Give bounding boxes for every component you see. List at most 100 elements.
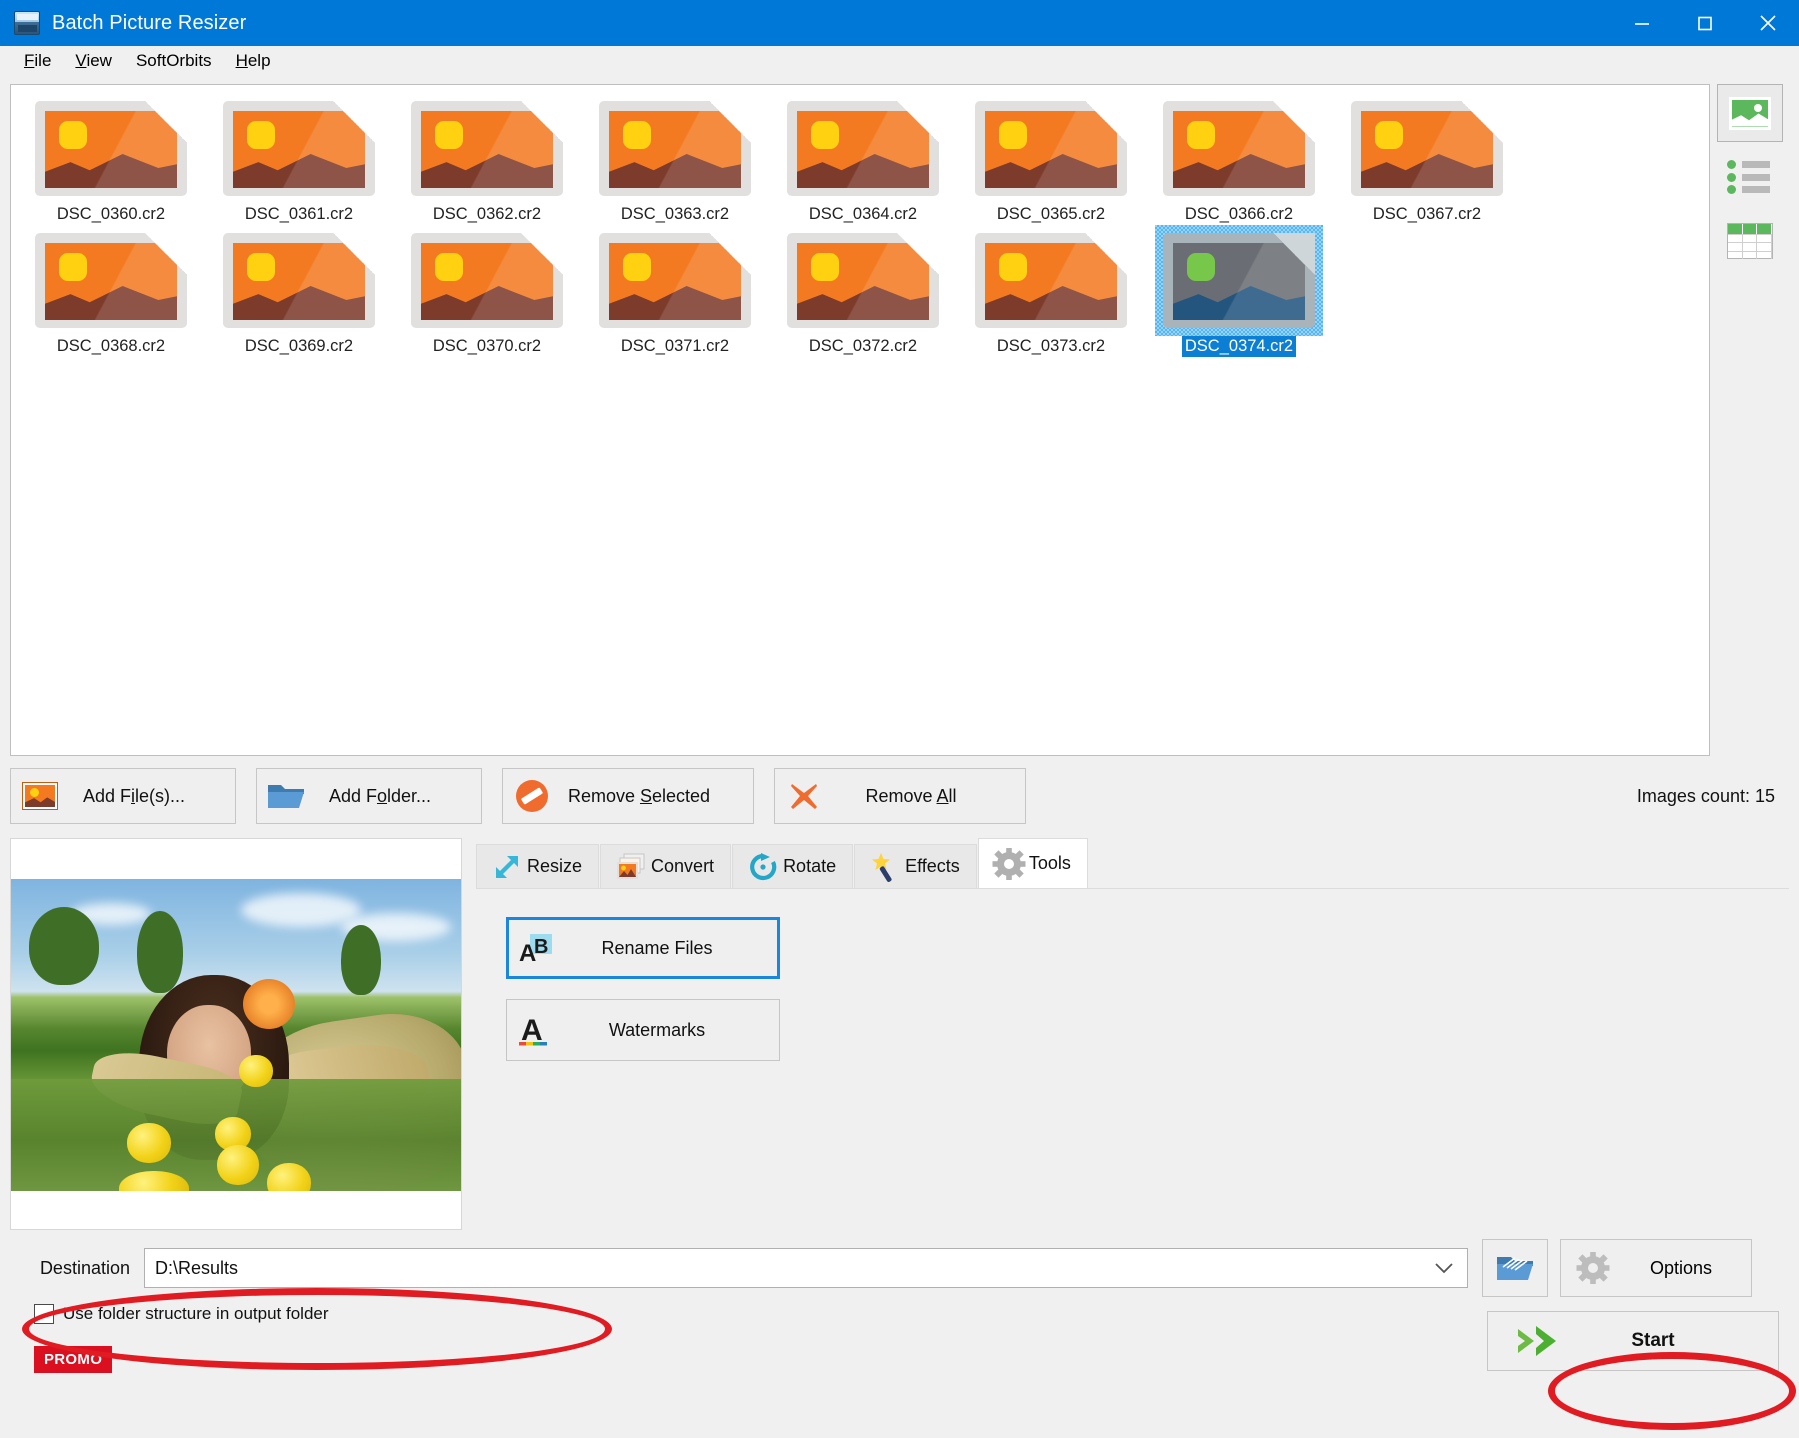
file-thumbnail-image [35, 101, 187, 196]
title-bar: Batch Picture Resizer [0, 0, 1799, 46]
bottom-bar: Destination D:\Results [10, 1242, 1789, 1373]
window-controls [1610, 0, 1799, 46]
rename-files-button[interactable]: A B Rename Files [506, 917, 780, 979]
svg-text:B: B [534, 936, 548, 958]
menu-help[interactable]: Help [224, 48, 283, 74]
promo-badge[interactable]: PROMO [34, 1346, 112, 1373]
tab-convert[interactable]: Convert [600, 844, 731, 888]
file-thumbnail-item[interactable]: DSC_0374.cr2 [1145, 225, 1333, 357]
file-thumbnail-label: DSC_0373.cr2 [994, 336, 1108, 357]
add-files-button[interactable]: Add File(s)... [10, 768, 236, 824]
destination-combobox[interactable]: D:\Results [144, 1248, 1468, 1288]
tab-tools[interactable]: Tools [978, 838, 1088, 888]
tab-rotate[interactable]: Rotate [732, 844, 853, 888]
file-thumbnail-item[interactable]: DSC_0361.cr2 [205, 93, 393, 225]
add-folder-button[interactable]: Add Folder... [256, 768, 482, 824]
app-icon [14, 11, 40, 35]
file-thumbnail-item[interactable]: DSC_0364.cr2 [769, 93, 957, 225]
file-thumbnail-item[interactable]: DSC_0363.cr2 [581, 93, 769, 225]
minimize-button[interactable] [1610, 0, 1673, 46]
tab-effects-label: Effects [905, 856, 960, 877]
file-thumbnail-label: DSC_0371.cr2 [618, 336, 732, 357]
picture-placeholder-icon [787, 233, 939, 328]
file-thumbnail-item[interactable]: DSC_0362.cr2 [393, 93, 581, 225]
details-grid-view-icon [1727, 223, 1773, 259]
chevron-down-icon[interactable] [1433, 1249, 1455, 1287]
file-thumbnail-label: DSC_0370.cr2 [430, 336, 544, 357]
file-thumbnail-image [599, 101, 751, 196]
file-thumbnail-image [787, 233, 939, 328]
start-button[interactable]: Start [1487, 1311, 1779, 1371]
close-button[interactable] [1736, 0, 1799, 46]
file-thumbnail-item[interactable]: DSC_0368.cr2 [17, 225, 205, 357]
destination-label: Destination [20, 1258, 144, 1279]
picture-placeholder-icon [223, 233, 375, 328]
menu-softorbits[interactable]: SoftOrbits [124, 48, 224, 74]
x-mark-icon [775, 777, 833, 815]
view-mode-list-button[interactable] [1717, 148, 1783, 206]
file-thumbnail-image [411, 233, 563, 328]
picture-placeholder-icon [35, 233, 187, 328]
file-thumbnail-image [1351, 101, 1503, 196]
menu-view[interactable]: View [63, 48, 124, 74]
file-thumbnail-image [599, 233, 751, 328]
file-thumbnail-item[interactable]: DSC_0371.cr2 [581, 225, 769, 357]
file-list-pane[interactable]: DSC_0360.cr2DSC_0361.cr2DSC_0362.cr2DSC_… [10, 84, 1710, 756]
view-mode-thumbnail-button[interactable] [1717, 84, 1783, 142]
file-thumbnail-image [411, 101, 563, 196]
picture-placeholder-icon [599, 101, 751, 196]
file-thumbnail-label: DSC_0367.cr2 [1370, 204, 1484, 225]
file-thumbnail-label: DSC_0363.cr2 [618, 204, 732, 225]
picture-placeholder-icon [975, 101, 1127, 196]
view-mode-toolbar [1717, 84, 1789, 276]
menu-file[interactable]: File [12, 48, 63, 74]
menu-help-label-rest: elp [248, 51, 271, 70]
destination-value: D:\Results [155, 1258, 238, 1279]
file-thumbnail-image [1163, 233, 1315, 328]
options-label: Options [1625, 1258, 1751, 1279]
tab-rotate-label: Rotate [783, 856, 836, 877]
options-button[interactable]: Options [1560, 1239, 1752, 1297]
browse-folder-button[interactable] [1482, 1239, 1548, 1297]
file-thumbnail-image [35, 233, 187, 328]
file-thumbnail-label: DSC_0361.cr2 [242, 204, 356, 225]
file-thumbnail-item[interactable]: DSC_0370.cr2 [393, 225, 581, 357]
thumbnail-grid: DSC_0360.cr2DSC_0361.cr2DSC_0362.cr2DSC_… [11, 85, 1709, 365]
file-thumbnail-image [787, 101, 939, 196]
file-thumbnail-image [975, 101, 1127, 196]
convert-images-icon [611, 852, 651, 882]
file-thumbnail-label: DSC_0366.cr2 [1182, 204, 1296, 225]
tools-panel: A B Rename Files A [476, 888, 1789, 1230]
file-thumbnail-item[interactable]: DSC_0372.cr2 [769, 225, 957, 357]
window-title: Batch Picture Resizer [52, 12, 246, 35]
thumbnail-view-icon [1729, 97, 1771, 130]
menu-softorbits-label: SoftOrbits [136, 51, 212, 70]
picture-placeholder-icon [411, 233, 563, 328]
remove-selected-label: Remove Selected [561, 786, 753, 807]
maximize-button[interactable] [1673, 0, 1736, 46]
preview-photo [11, 879, 461, 1191]
batch-picture-resizer-window: Batch Picture Resizer File View SoftOrbi… [0, 0, 1799, 1438]
images-count-label: Images count: 15 [1637, 786, 1775, 807]
picture-placeholder-icon [1163, 233, 1315, 328]
folder-icon [257, 780, 315, 812]
watermarks-button[interactable]: A Watermarks [506, 999, 780, 1061]
view-mode-details-button[interactable] [1717, 212, 1783, 270]
picture-placeholder-icon [411, 101, 563, 196]
file-thumbnail-item[interactable]: DSC_0367.cr2 [1333, 93, 1521, 225]
file-thumbnail-item[interactable]: DSC_0373.cr2 [957, 225, 1145, 357]
tab-resize-label: Resize [527, 856, 582, 877]
file-thumbnail-item[interactable]: DSC_0365.cr2 [957, 93, 1145, 225]
use-folder-structure-checkbox[interactable] [34, 1304, 54, 1324]
file-thumbnail-item[interactable]: DSC_0360.cr2 [17, 93, 205, 225]
picture-placeholder-icon [1351, 101, 1503, 196]
picture-placeholder-icon [787, 101, 939, 196]
main-content: DSC_0360.cr2DSC_0361.cr2DSC_0362.cr2DSC_… [0, 76, 1799, 1373]
menu-file-label-rest: ile [34, 51, 51, 70]
file-thumbnail-item[interactable]: DSC_0369.cr2 [205, 225, 393, 357]
file-thumbnail-item[interactable]: DSC_0366.cr2 [1145, 93, 1333, 225]
remove-selected-button[interactable]: Remove Selected [502, 768, 754, 824]
remove-all-button[interactable]: Remove All [774, 768, 1026, 824]
tab-effects[interactable]: Effects [854, 844, 977, 888]
tab-resize[interactable]: Resize [476, 844, 599, 888]
